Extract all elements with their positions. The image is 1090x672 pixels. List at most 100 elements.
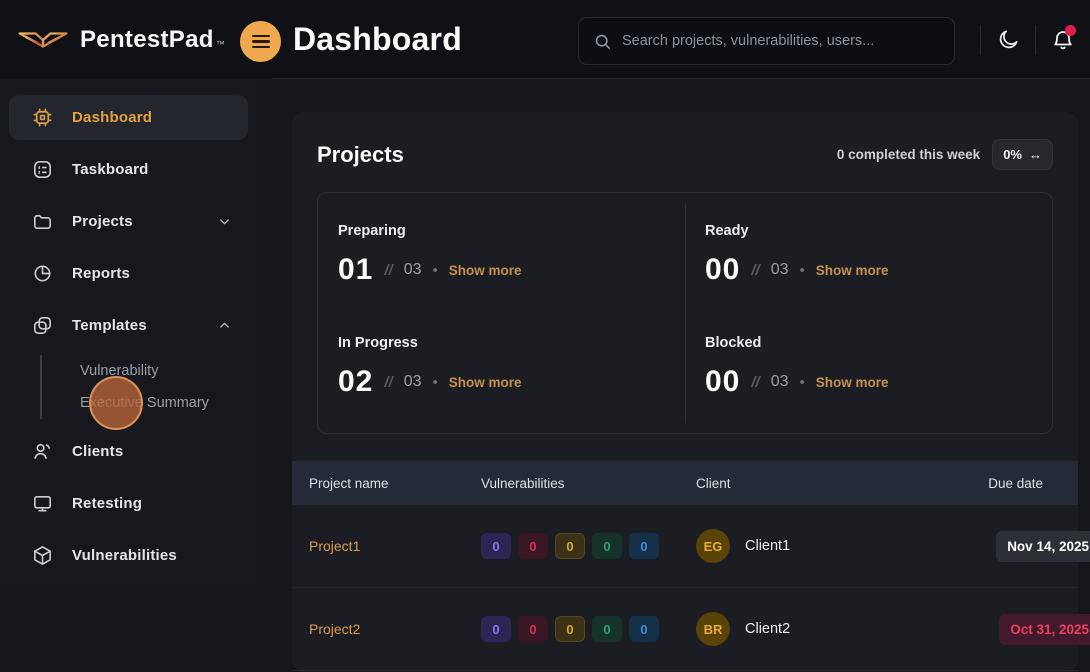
trend-percent: 0% (1003, 147, 1022, 162)
due-date-badge: Nov 14, 2025 (996, 531, 1090, 562)
templates-icon (31, 314, 54, 337)
project-link[interactable]: Project2 (292, 621, 464, 637)
submenu-item-vulnerability[interactable]: Vulnerability (80, 355, 257, 387)
severity-badge-low: 0 (592, 533, 622, 559)
sidebar-item-reports[interactable]: Reports (9, 251, 248, 296)
table-header-row: Project name Vulnerabilities Client Due … (292, 461, 1078, 505)
sidebar-toggle-button[interactable] (240, 21, 281, 62)
col-header-client: Client (679, 476, 918, 491)
global-search[interactable] (578, 17, 955, 65)
sidebar-item-taskboard[interactable]: Taskboard (9, 147, 248, 192)
hamburger-icon (252, 32, 270, 51)
search-input[interactable] (622, 33, 940, 49)
client-cell: BR Client2 (679, 612, 918, 646)
sidebar-nav: Dashboard Taskboard Projects (0, 79, 257, 585)
templates-submenu: Vulnerability Executive Summary (40, 355, 257, 419)
submenu-item-executive-summary[interactable]: Executive Summary (80, 387, 257, 419)
taskboard-icon (31, 158, 54, 181)
stat-value: 00 (705, 253, 740, 287)
stat-separator: // (751, 262, 759, 279)
brand-trademark: ™ (216, 39, 225, 49)
projects-card-header: Projects 0 completed this week 0% ↔ (292, 112, 1078, 192)
sidebar-item-label: Reports (72, 265, 130, 282)
stat-separator: // (384, 262, 392, 279)
page-title: Dashboard (293, 21, 462, 58)
stat-value: 02 (338, 365, 373, 399)
trend-badge: 0% ↔ (992, 139, 1053, 170)
vulnerability-badges: 0 0 0 0 0 (464, 533, 679, 559)
severity-badge-low: 0 (592, 616, 622, 642)
vulnerability-badges: 0 0 0 0 0 (464, 616, 679, 642)
col-header-vulnerabilities: Vulnerabilities (464, 476, 679, 491)
sidebar-item-dashboard[interactable]: Dashboard (9, 95, 248, 140)
severity-badge-high: 0 (518, 616, 548, 642)
severity-badge-info: 0 (629, 616, 659, 642)
show-more-link[interactable]: Show more (449, 375, 522, 390)
severity-badge-critical: 0 (481, 533, 511, 559)
severity-badge-info: 0 (629, 533, 659, 559)
theme-toggle-button[interactable] (981, 16, 1035, 64)
show-more-link[interactable]: Show more (816, 375, 889, 390)
severity-badge-medium: 0 (555, 616, 585, 642)
table-row: Project1 0 0 0 0 0 EG Client1 Nov 14, 20… (292, 505, 1078, 588)
sidebar-item-projects[interactable]: Projects (9, 199, 248, 244)
bullet-separator: • (433, 374, 438, 391)
users-icon (31, 440, 54, 463)
sidebar-item-clients[interactable]: Clients (9, 429, 248, 474)
severity-badge-medium: 0 (555, 533, 585, 559)
pentestpad-wing-icon (16, 25, 70, 55)
folder-icon (31, 210, 54, 233)
client-avatar: BR (696, 612, 730, 646)
submenu-item-label: Executive Summary (80, 395, 209, 411)
brand-logo[interactable]: PentestPad™ (0, 25, 257, 55)
stat-value: 00 (705, 365, 740, 399)
severity-badge-critical: 0 (481, 616, 511, 642)
due-date-cell: Nov 14, 2025 (918, 531, 1078, 562)
stat-label: Blocked (705, 335, 1030, 351)
project-status-summary: Preparing 01 // 03 • Show more Ready 00 … (317, 192, 1053, 434)
chip-icon (31, 106, 54, 129)
notifications-button[interactable] (1036, 16, 1090, 64)
projects-card: Projects 0 completed this week 0% ↔ Prep… (292, 112, 1078, 672)
sidebar-item-label: Projects (72, 213, 133, 230)
due-date-cell: Oct 31, 2025 (918, 614, 1078, 645)
completed-this-week-text: 0 completed this week (837, 147, 980, 162)
due-date-badge-overdue: Oct 31, 2025 (999, 614, 1090, 645)
pie-chart-icon (31, 262, 54, 285)
table-row: Project2 0 0 0 0 0 BR Client2 Oct 31, 20… (292, 588, 1078, 671)
col-header-due-date: Due date (918, 476, 1078, 491)
monitor-icon (31, 492, 54, 515)
sidebar-item-label: Templates (72, 317, 147, 334)
sidebar-item-label: Taskboard (72, 161, 149, 178)
stat-label: Preparing (338, 223, 663, 239)
chevron-down-icon (217, 214, 232, 229)
top-bar: PentestPad™ Dashboard (0, 0, 1090, 79)
stat-total: 03 (404, 261, 422, 279)
show-more-link[interactable]: Show more (449, 263, 522, 278)
client-cell: EG Client1 (679, 529, 918, 563)
brand-name: PentestPad (80, 26, 214, 53)
projects-card-title: Projects (317, 142, 404, 168)
stat-label: In Progress (338, 335, 663, 351)
projects-table: Project name Vulnerabilities Client Due … (292, 461, 1078, 671)
bullet-separator: • (800, 374, 805, 391)
project-link[interactable]: Project1 (292, 538, 464, 554)
moon-icon (997, 28, 1020, 51)
stat-preparing: Preparing 01 // 03 • Show more (318, 201, 685, 313)
stat-label: Ready (705, 223, 1030, 239)
stat-total: 03 (404, 373, 422, 391)
client-avatar: EG (696, 529, 730, 563)
left-right-arrow-icon: ↔ (1029, 147, 1042, 162)
show-more-link[interactable]: Show more (816, 263, 889, 278)
notification-dot (1065, 25, 1076, 36)
stat-total: 03 (771, 261, 789, 279)
stat-blocked: Blocked 00 // 03 • Show more (685, 313, 1052, 425)
chevron-up-icon (217, 318, 232, 333)
sidebar-item-retesting[interactable]: Retesting (9, 481, 248, 526)
sidebar-item-vulnerabilities[interactable]: Vulnerabilities (9, 533, 248, 578)
sidebar-item-templates[interactable]: Templates (9, 303, 248, 348)
submenu-item-label: Vulnerability (80, 363, 158, 379)
search-icon (593, 32, 612, 51)
stat-in-progress: In Progress 02 // 03 • Show more (318, 313, 685, 425)
topbar-actions (980, 0, 1090, 79)
